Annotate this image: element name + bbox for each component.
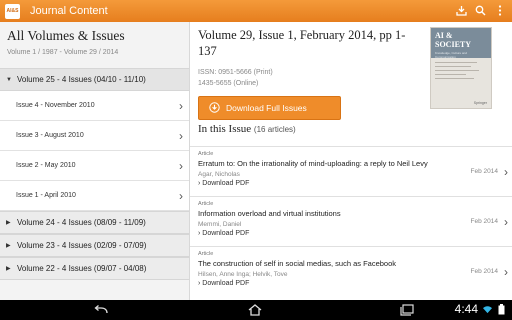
sidebar-header: All Volumes & Issues Volume 1 / 1987 - V…	[0, 22, 189, 68]
download-pdf-link[interactable]: › Download PDF	[198, 180, 504, 187]
issue-label: Issue 1 - April 2010	[16, 192, 76, 199]
article-count: (16 articles)	[253, 125, 296, 134]
list-item[interactable]: Article Information overload and virtual…	[190, 196, 512, 246]
action-bar: AI&S Journal Content	[0, 0, 512, 22]
status-area: 4:44	[455, 302, 506, 316]
app-logo-text: AI&S	[6, 7, 19, 14]
recent-apps-icon	[400, 304, 414, 316]
article-title: Information overload and virtual institu…	[198, 209, 341, 218]
issue-label: Issue 4 - November 2010	[16, 102, 95, 109]
issue-detail-panel: Volume 29, Issue 1, February 2014, pp 1-…	[190, 22, 512, 300]
issue-row[interactable]: Issue 2 - May 2010 ›	[0, 151, 189, 181]
home-button[interactable]	[244, 303, 266, 317]
article-date: Feb 2014	[470, 168, 498, 175]
section-title: In this Issue	[198, 123, 252, 135]
download-circle-icon	[209, 101, 220, 115]
in-this-issue-heading: In this Issue (16 articles)	[198, 123, 296, 135]
volume-issue-title: Volume 29, Issue 1, February 2014, pp 1-…	[198, 28, 406, 58]
download-full-issues-button[interactable]: Download Full Issues	[198, 96, 341, 120]
issue-row[interactable]: Issue 1 - April 2010 ›	[0, 181, 189, 211]
article-type: Article	[198, 251, 214, 257]
collapsed-triangle-icon: ▶	[6, 243, 11, 249]
chevron-right-icon: ›	[504, 214, 508, 229]
list-item[interactable]: Article The construction of self in soci…	[190, 246, 512, 296]
chevron-right-icon: ›	[179, 98, 183, 113]
collapsed-triangle-icon: ▶	[6, 220, 11, 226]
back-icon	[94, 305, 108, 314]
issue-row[interactable]: Issue 4 - November 2010 ›	[0, 91, 189, 121]
expanded-triangle-icon: ▼	[6, 76, 12, 83]
sidebar-title: All Volumes & Issues	[7, 28, 125, 43]
article-title: Erratum to: On the irrationality of mind…	[198, 159, 428, 168]
journal-cover-image[interactable]: AI & SOCIETY Knowledge, Culture and Comm…	[430, 27, 492, 109]
volume-label: Volume 22 - 4 Issues (09/07 - 04/08)	[17, 264, 147, 273]
volume-row[interactable]: ▶ Volume 23 - 4 Issues (02/09 - 07/09)	[0, 234, 189, 257]
download-pdf-label: Download PDF	[202, 230, 250, 237]
issue-row[interactable]: Issue 3 - August 2010 ›	[0, 121, 189, 151]
download-pdf-label: Download PDF	[202, 180, 250, 187]
issue-label: Issue 2 - May 2010	[16, 162, 76, 169]
chevron-right-icon: ›	[179, 158, 183, 173]
chevron-right-icon: ›	[504, 264, 508, 279]
volume-label: Volume 25 - 4 Issues (04/10 - 11/10)	[17, 75, 146, 84]
volume-label: Volume 23 - 4 Issues (02/09 - 07/09)	[17, 241, 147, 250]
chevron-right-icon: ›	[504, 164, 508, 179]
issn-info: ISSN: 0951-5666 (Print) 1435-5655 (Onlin…	[198, 67, 273, 89]
article-title: The construction of self in social media…	[198, 259, 397, 268]
download-tray-icon[interactable]	[455, 4, 468, 17]
article-type: Article	[198, 201, 214, 207]
home-icon	[248, 304, 262, 316]
download-pdf-link[interactable]: › Download PDF	[198, 280, 504, 287]
download-pdf-link[interactable]: › Download PDF	[198, 230, 504, 237]
article-type: Article	[198, 151, 214, 157]
search-icon[interactable]	[474, 4, 487, 17]
article-date: Feb 2014	[470, 218, 498, 225]
article-authors: Agar, Nicholas	[198, 171, 240, 178]
back-button[interactable]	[90, 303, 112, 317]
volume-label: Volume 24 - 4 Issues (08/09 - 11/09)	[17, 218, 146, 227]
volumes-sidebar: All Volumes & Issues Volume 1 / 1987 - V…	[0, 22, 190, 300]
cover-contents-lines	[431, 58, 491, 86]
issue-label: Issue 3 - August 2010	[16, 132, 84, 139]
issn-online: 1435-5655 (Online)	[198, 80, 259, 87]
issn-print: ISSN: 0951-5666 (Print)	[198, 69, 273, 76]
volume-row[interactable]: ▶ Volume 22 - 4 Issues (09/07 - 04/08)	[0, 257, 189, 280]
article-authors: Memmi, Daniel	[198, 221, 242, 228]
download-button-label: Download Full Issues	[226, 103, 307, 113]
sidebar-volume-range: Volume 1 / 1987 - Volume 29 / 2014	[7, 49, 119, 56]
clock: 4:44	[454, 302, 478, 316]
article-authors: Hilsen, Anne Inga; Helvik, Tove	[198, 271, 288, 278]
article-date: Feb 2014	[470, 268, 498, 275]
battery-icon	[498, 303, 505, 314]
system-navigation-bar: 4:44	[0, 300, 512, 320]
chevron-right-icon: ›	[179, 188, 183, 203]
recent-apps-button[interactable]	[396, 303, 418, 317]
wifi-icon	[483, 305, 492, 313]
chevron-right-icon: ›	[179, 128, 183, 143]
cover-publisher: Springer	[473, 101, 487, 105]
cover-title: AI & SOCIETY	[435, 31, 472, 49]
collapsed-triangle-icon: ▶	[6, 266, 11, 272]
download-pdf-label: Download PDF	[202, 280, 250, 287]
article-list: Article Erratum to: On the irrationality…	[190, 146, 512, 296]
list-item[interactable]: Article Erratum to: On the irrationality…	[190, 146, 512, 196]
app-logo-icon[interactable]: AI&S	[5, 3, 20, 19]
overflow-menu-icon[interactable]	[493, 4, 506, 17]
volume-row[interactable]: ▶ Volume 24 - 4 Issues (08/09 - 11/09)	[0, 211, 189, 234]
app-title: Journal Content	[30, 5, 108, 17]
volume-row-expanded[interactable]: ▼ Volume 25 - 4 Issues (04/10 - 11/10)	[0, 68, 189, 91]
